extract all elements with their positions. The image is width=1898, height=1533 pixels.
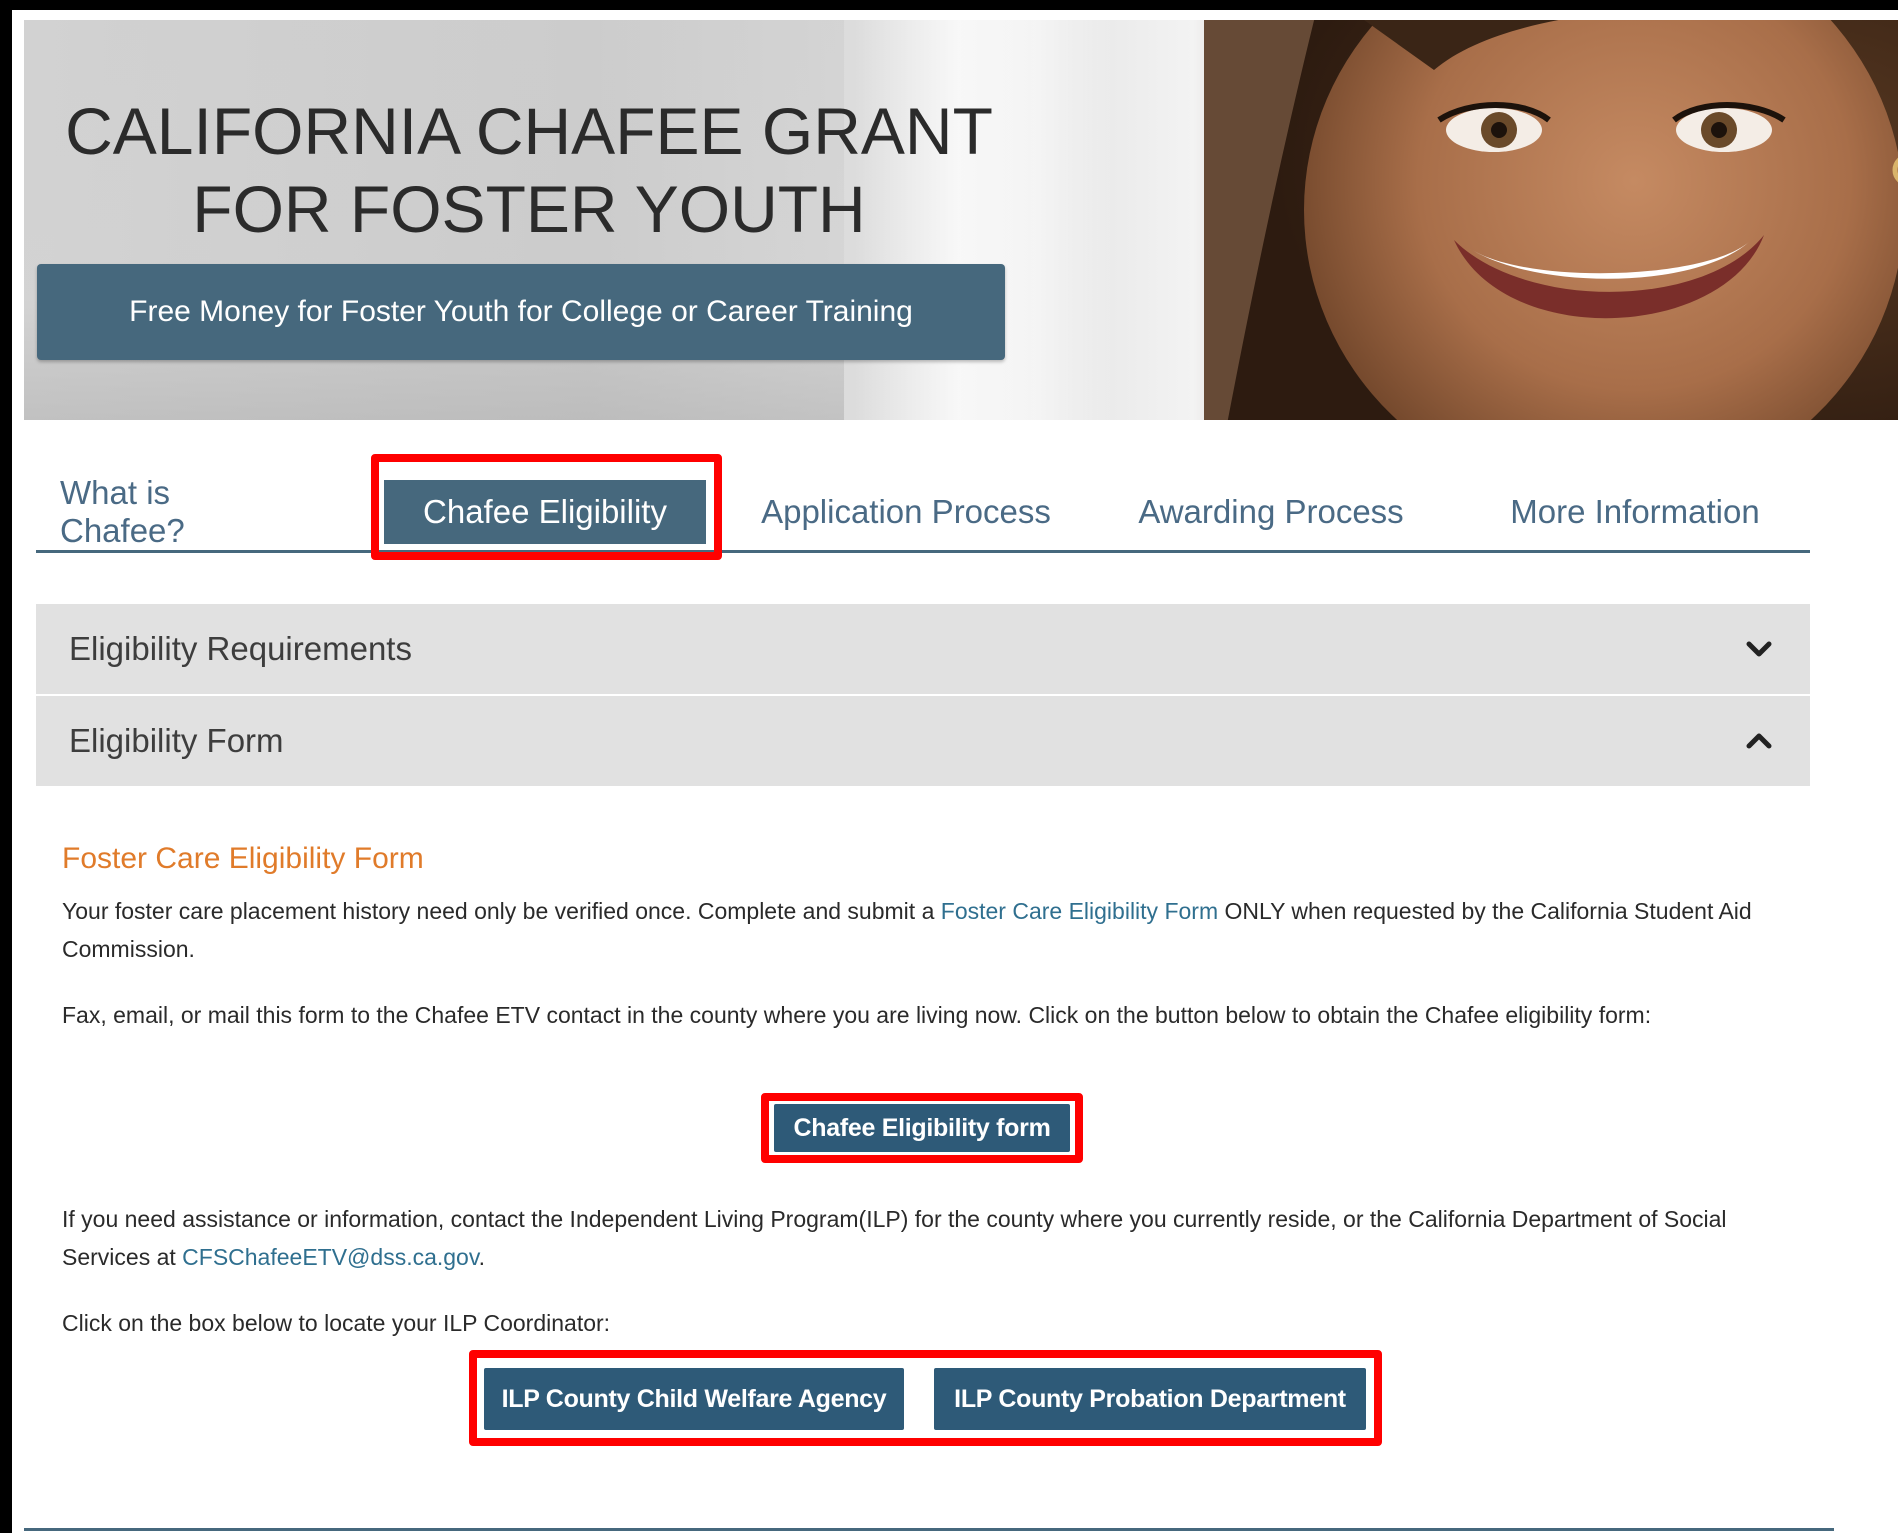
accordion-eligibility-requirements[interactable]: Eligibility Requirements: [36, 604, 1810, 694]
tab-awarding-process[interactable]: Awarding Process: [1120, 480, 1422, 544]
tab-chafee-eligibility[interactable]: Chafee Eligibility: [384, 480, 706, 544]
hero-banner: CALIFORNIA CHAFEE GRANT FOR FOSTER YOUTH…: [24, 20, 1898, 420]
tab-application-process[interactable]: Application Process: [751, 480, 1061, 544]
page-title-line-2: FOR FOSTER YOUTH: [192, 172, 866, 246]
section-heading: Foster Care Eligibility Form: [62, 842, 424, 875]
accordion-label: Eligibility Requirements: [69, 630, 412, 667]
tab-more-information[interactable]: More Information: [1500, 480, 1770, 544]
footer-divider: [24, 1528, 1834, 1531]
paragraph-assistance: If you need assistance or information, c…: [62, 1200, 1762, 1276]
foster-care-eligibility-form-link[interactable]: Foster Care Eligibility Form: [941, 898, 1218, 924]
hero-photo: [1204, 20, 1898, 420]
page-title-line-1: CALIFORNIA CHAFEE GRANT: [65, 94, 993, 168]
accordion-eligibility-form[interactable]: Eligibility Form: [36, 696, 1810, 786]
paragraph-placement-history: Your foster care placement history need …: [62, 892, 1762, 968]
chevron-up-icon: [1746, 733, 1772, 749]
page-title: CALIFORNIA CHAFEE GRANT FOR FOSTER YOUTH: [39, 92, 1019, 248]
tab-bar: What is Chafee? Chafee Eligibility Appli…: [36, 450, 1810, 553]
chafee-eligibility-form-button[interactable]: Chafee Eligibility form: [774, 1104, 1070, 1152]
cfs-email-link[interactable]: CFSChafeeETV@dss.ca.gov: [182, 1244, 478, 1270]
ilp-child-welfare-agency-button[interactable]: ILP County Child Welfare Agency: [484, 1368, 904, 1430]
tagline-banner: Free Money for Foster Youth for College …: [37, 264, 1005, 360]
ilp-probation-department-button[interactable]: ILP County Probation Department: [934, 1368, 1366, 1430]
page-frame: CALIFORNIA CHAFEE GRANT FOR FOSTER YOUTH…: [0, 0, 1898, 1533]
chevron-down-icon: [1746, 641, 1772, 657]
paragraph-fax-instructions: Fax, email, or mail this form to the Cha…: [62, 1002, 1652, 1028]
paragraph-ilp-coordinator: Click on the box below to locate your IL…: [62, 1310, 611, 1336]
accordion-label: Eligibility Form: [69, 722, 284, 759]
paragraph-text: .: [478, 1244, 486, 1270]
tab-what-is-chafee[interactable]: What is Chafee?: [60, 474, 250, 549]
paragraph-text: Your foster care placement history need …: [62, 898, 941, 924]
